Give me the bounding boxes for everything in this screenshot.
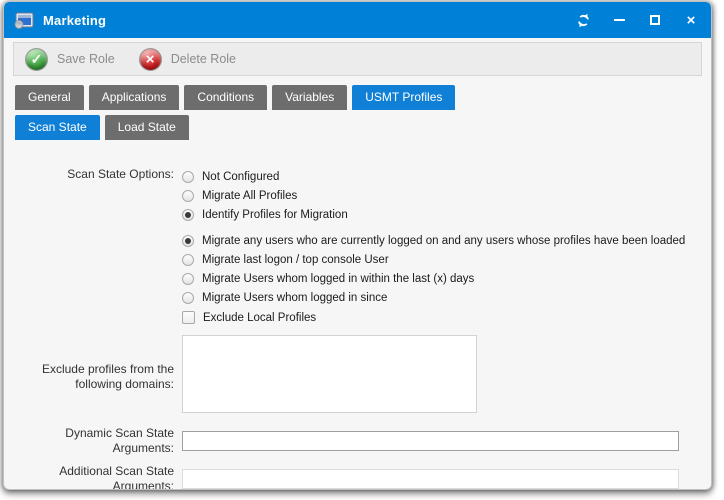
- radio-identify-profiles[interactable]: Identify Profiles for Migration: [182, 205, 348, 224]
- x-circle-icon: ×: [139, 48, 162, 71]
- exclude-domains-textarea[interactable]: [182, 335, 477, 413]
- additional-args-field-wrap: [182, 469, 679, 489]
- radio-icon: [182, 292, 194, 304]
- radio-icon: [182, 171, 194, 183]
- refresh-icon[interactable]: [575, 12, 591, 28]
- tab-usmt-profiles[interactable]: USMT Profiles: [352, 85, 455, 110]
- exclude-local-profiles-checkbox[interactable]: Exclude Local Profiles: [182, 308, 685, 327]
- tab-scan-state[interactable]: Scan State: [15, 115, 100, 140]
- close-icon[interactable]: ×: [683, 12, 699, 28]
- toolbar: ✓ Save Role × Delete Role: [13, 42, 702, 76]
- tab-applications[interactable]: Applications: [89, 85, 180, 110]
- spacer-label: [4, 231, 174, 327]
- main-tabs: General Applications Conditions Variable…: [4, 85, 711, 110]
- radio-label: Migrate last logon / top console User: [202, 254, 389, 266]
- tab-load-state[interactable]: Load State: [105, 115, 189, 140]
- exclude-domains-row: Exclude profiles from the following doma…: [4, 335, 711, 418]
- radio-label: Migrate All Profiles: [202, 190, 297, 202]
- scan-state-options-label: Scan State Options:: [4, 167, 174, 224]
- radio-icon: [182, 273, 194, 285]
- radio-not-configured[interactable]: Not Configured: [182, 167, 348, 186]
- identify-options-group: Migrate any users who are currently logg…: [182, 231, 685, 327]
- titlebar: Marketing ×: [4, 2, 711, 38]
- additional-args-row: Additional Scan State Arguments:: [4, 464, 711, 490]
- check-circle-icon: ✓: [25, 48, 48, 71]
- dynamic-args-field-wrap: [182, 431, 679, 451]
- scan-state-options-row: Scan State Options: Not Configured Migra…: [4, 167, 711, 224]
- radio-migrate-all-profiles[interactable]: Migrate All Profiles: [182, 186, 348, 205]
- exclude-domains-label: Exclude profiles from the following doma…: [4, 362, 174, 392]
- delete-role-button[interactable]: × Delete Role: [139, 48, 236, 71]
- window-title: Marketing: [43, 13, 106, 28]
- radio-icon: [182, 190, 194, 202]
- delete-role-label: Delete Role: [171, 52, 236, 66]
- radio-migrate-last-logon[interactable]: Migrate last logon / top console User: [182, 250, 685, 269]
- radio-icon: [182, 235, 194, 247]
- radio-label: Migrate Users whom logged in within the …: [202, 273, 474, 285]
- window-controls: ×: [575, 12, 699, 28]
- radio-label: Not Configured: [202, 171, 279, 183]
- tab-general[interactable]: General: [15, 85, 84, 110]
- dynamic-args-row: Dynamic Scan State Arguments:: [4, 426, 711, 456]
- radio-label: Identify Profiles for Migration: [202, 209, 348, 221]
- tab-variables[interactable]: Variables: [272, 85, 347, 110]
- sub-tabs: Scan State Load State: [4, 115, 711, 140]
- dynamic-args-label: Dynamic Scan State Arguments:: [4, 426, 174, 456]
- radio-label: Migrate Users whom logged in since: [202, 292, 387, 304]
- exclude-domains-field-wrap: [182, 335, 477, 418]
- save-role-label: Save Role: [57, 52, 115, 66]
- additional-args-label: Additional Scan State Arguments:: [4, 464, 174, 490]
- dynamic-args-input[interactable]: [182, 431, 679, 451]
- save-role-button[interactable]: ✓ Save Role: [25, 48, 115, 71]
- identify-options-row: Migrate any users who are currently logg…: [4, 231, 711, 327]
- migration-mode-group: Not Configured Migrate All Profiles Iden…: [182, 167, 348, 224]
- radio-label: Migrate any users who are currently logg…: [202, 235, 685, 247]
- toolbar-strip: ✓ Save Role × Delete Role: [4, 38, 711, 79]
- checkbox-icon: [182, 311, 195, 324]
- radio-migrate-last-x-days[interactable]: Migrate Users whom logged in within the …: [182, 269, 685, 288]
- checkbox-label: Exclude Local Profiles: [203, 312, 316, 324]
- maximize-icon[interactable]: [647, 12, 663, 28]
- app-window-icon: [14, 12, 34, 29]
- scan-state-form: Scan State Options: Not Configured Migra…: [4, 140, 711, 490]
- dialog-window: Marketing × ✓ Save Role ×: [3, 1, 712, 490]
- additional-args-input[interactable]: [182, 469, 679, 489]
- tab-conditions[interactable]: Conditions: [184, 85, 267, 110]
- radio-migrate-since[interactable]: Migrate Users whom logged in since: [182, 288, 685, 307]
- radio-icon: [182, 254, 194, 266]
- radio-migrate-logged-on-users[interactable]: Migrate any users who are currently logg…: [182, 231, 685, 250]
- radio-icon: [182, 209, 194, 221]
- minimize-icon[interactable]: [611, 12, 627, 28]
